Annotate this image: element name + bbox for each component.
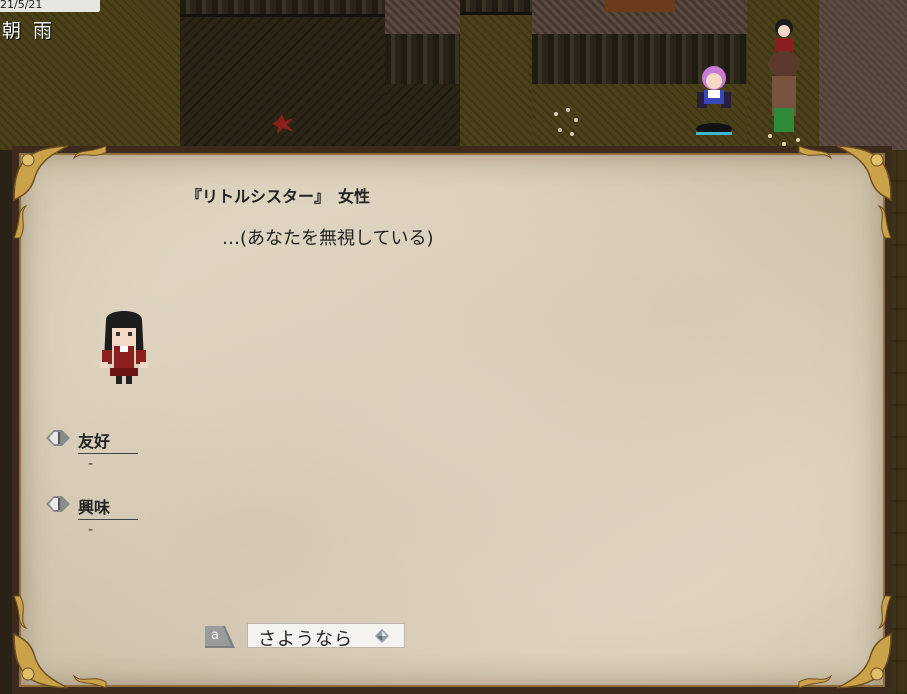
diamond-cursor-icon (375, 629, 389, 643)
date-text: 21/5/21 (0, 0, 43, 11)
stat-label: 友好 (78, 428, 138, 454)
map-wall (460, 0, 532, 15)
choice-key-letter: a (211, 628, 219, 643)
bones-icon (554, 108, 578, 136)
map-floor (460, 0, 532, 150)
npc-brown-hair-sprite[interactable] (764, 48, 804, 148)
frame-corner-ornament (8, 594, 108, 694)
character-portrait (100, 311, 148, 384)
stat-value: - (88, 522, 94, 538)
map-wall (180, 0, 385, 17)
map-stone-path (819, 0, 907, 150)
stat-label: 興味 (78, 494, 138, 520)
stat-badge-icon (46, 430, 70, 446)
time-weather-label: 朝 雨 (2, 20, 56, 42)
speaker-title: 『リトルシスター』 女性 (186, 187, 371, 206)
date-display: 21/5/21 (0, 0, 100, 12)
goodbye-choice-button[interactable]: さようなら (247, 623, 405, 650)
npc-pink-hair-sprite[interactable] (692, 62, 736, 138)
frame-corner-ornament (797, 594, 897, 694)
stat-value: - (88, 456, 94, 472)
dialog-panel (12, 146, 892, 694)
choice-label: さようなら (258, 629, 353, 650)
map-brick (385, 0, 460, 34)
choice-key-badge: a (205, 626, 235, 648)
map-floor-dark (385, 84, 460, 150)
stat-badge-icon (46, 496, 70, 512)
dialog-message: …(あなたを無視している) (222, 228, 434, 249)
map-wall (385, 34, 460, 87)
frame-corner-ornament (797, 140, 897, 240)
map-door (605, 0, 675, 12)
blood-splatter-icon (272, 114, 294, 134)
frame-corner-ornament (8, 140, 108, 240)
